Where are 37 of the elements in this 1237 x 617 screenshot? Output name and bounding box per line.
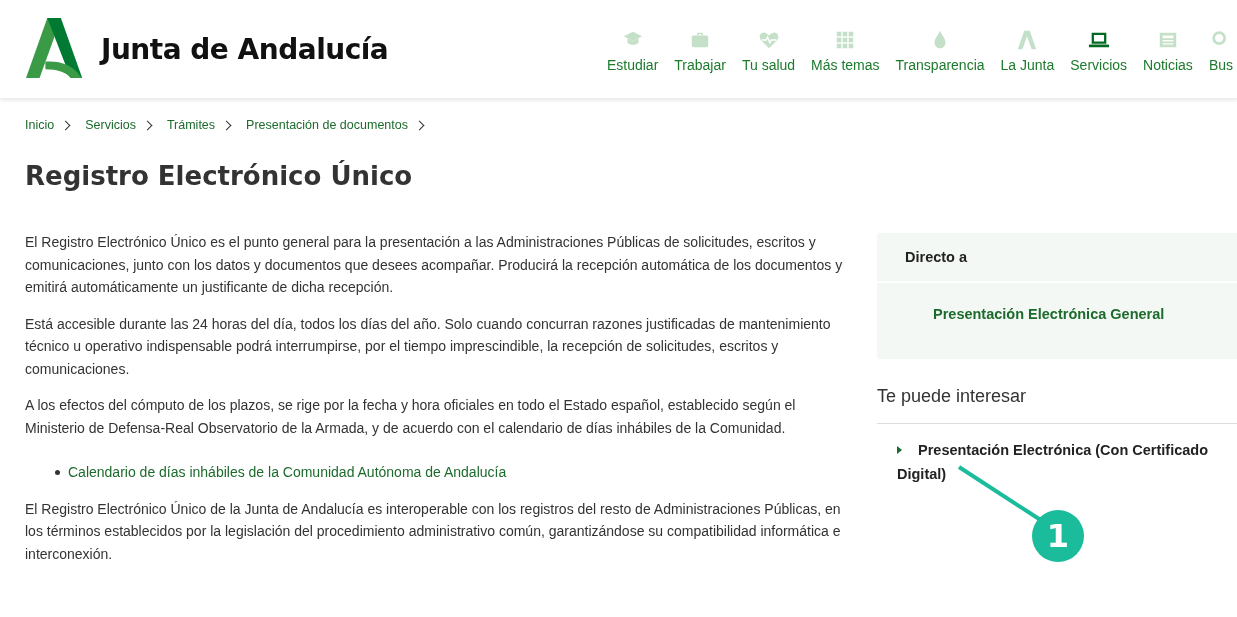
site-title[interactable]: Junta de Andalucía (101, 32, 389, 66)
nav-label: La Junta (1000, 57, 1055, 73)
nav-link[interactable]: Transparencia (895, 29, 985, 73)
calendar-link[interactable]: Calendario de días inhábiles de la Comunidad Autónoma de Andalucía (68, 461, 507, 484)
nav-label: Tu salud (741, 57, 796, 73)
callout-number: 1 (1032, 510, 1084, 562)
nav-label: Transparencia (895, 57, 985, 73)
interest-link[interactable]: Presentación Electrónica (Con Certificado Digital) (897, 438, 1217, 486)
nav-label: Servicios (1070, 57, 1128, 73)
bullet-icon (55, 469, 60, 475)
nav-link[interactable]: Noticias (1143, 29, 1193, 73)
breadcrumb-link[interactable]: Inicio (25, 118, 55, 132)
nav-link[interactable]: Bus (1208, 29, 1233, 73)
direct-link[interactable]: Presentación Electrónica General (933, 306, 1165, 322)
breadcrumb-link[interactable]: Servicios (85, 118, 136, 132)
paragraph: El Registro Electrónico Único es el punto general para la presentación a las Administraciones Públicas de solicitudes, escritos y comunicaciones, junto con los datos y documentos que desees acompañar. Producirá la recepción automática de los documentos y emitirá automáticamente un justificante de dicha recepción. (25, 233, 844, 297)
nav-link[interactable]: Más temas (811, 29, 880, 73)
nav-label: Trabajar (674, 57, 726, 73)
paragraph: Está accesible durante las 24 horas del día, todos los días del año. Solo cuando concurran razones justificadas de mantenimiento técnico u operativo indispensable podrá interrumpirse, por el tiempo imprescindible, la recepción de solicitudes, escritos y comunicaciones. (25, 314, 832, 379)
letter-a-icon (1016, 29, 1039, 51)
breadcrumb-link[interactable]: Trámites (166, 118, 216, 132)
nav-link[interactable]: Tu salud (741, 29, 796, 73)
nav-link[interactable]: Trabajar (674, 29, 726, 73)
nav-label: Bus (1208, 57, 1233, 73)
breadcrumb-link[interactable]: Presentación de documentos (246, 118, 408, 132)
interest-heading: Te puede interesar (877, 386, 1237, 424)
paragraph: A los efectos del cómputo de los plazos, se rige por la fecha y hora oficiales en todo el Estado español, establecido según el Ministerio de Defensa-Real Observatorio de la Armada, y de acuerdo con el calendario de días inhábiles de la Comunidad. (25, 396, 797, 438)
caret-right-icon (897, 446, 902, 454)
paragraph: El Registro Electrónico Único de la Junta de Andalucía es interoperable con los registros del resto de Administraciones Públicas, en los términos establecidos por la legislación del procedimiento administrativo común, garantizándose su compatibilidad informática e interconexión. (25, 499, 842, 564)
nav-link[interactable]: La Junta (1000, 29, 1055, 73)
nav-label: Más temas (811, 57, 880, 73)
nav-label: Estudiar (606, 57, 659, 73)
nav-link[interactable]: Estudiar (606, 29, 659, 73)
page-title: Registro Electrónico Único (25, 161, 414, 191)
nav-label: Noticias (1143, 57, 1193, 73)
direct-heading: Directo a (877, 233, 1237, 283)
nav-link[interactable]: Servicios (1070, 29, 1128, 73)
